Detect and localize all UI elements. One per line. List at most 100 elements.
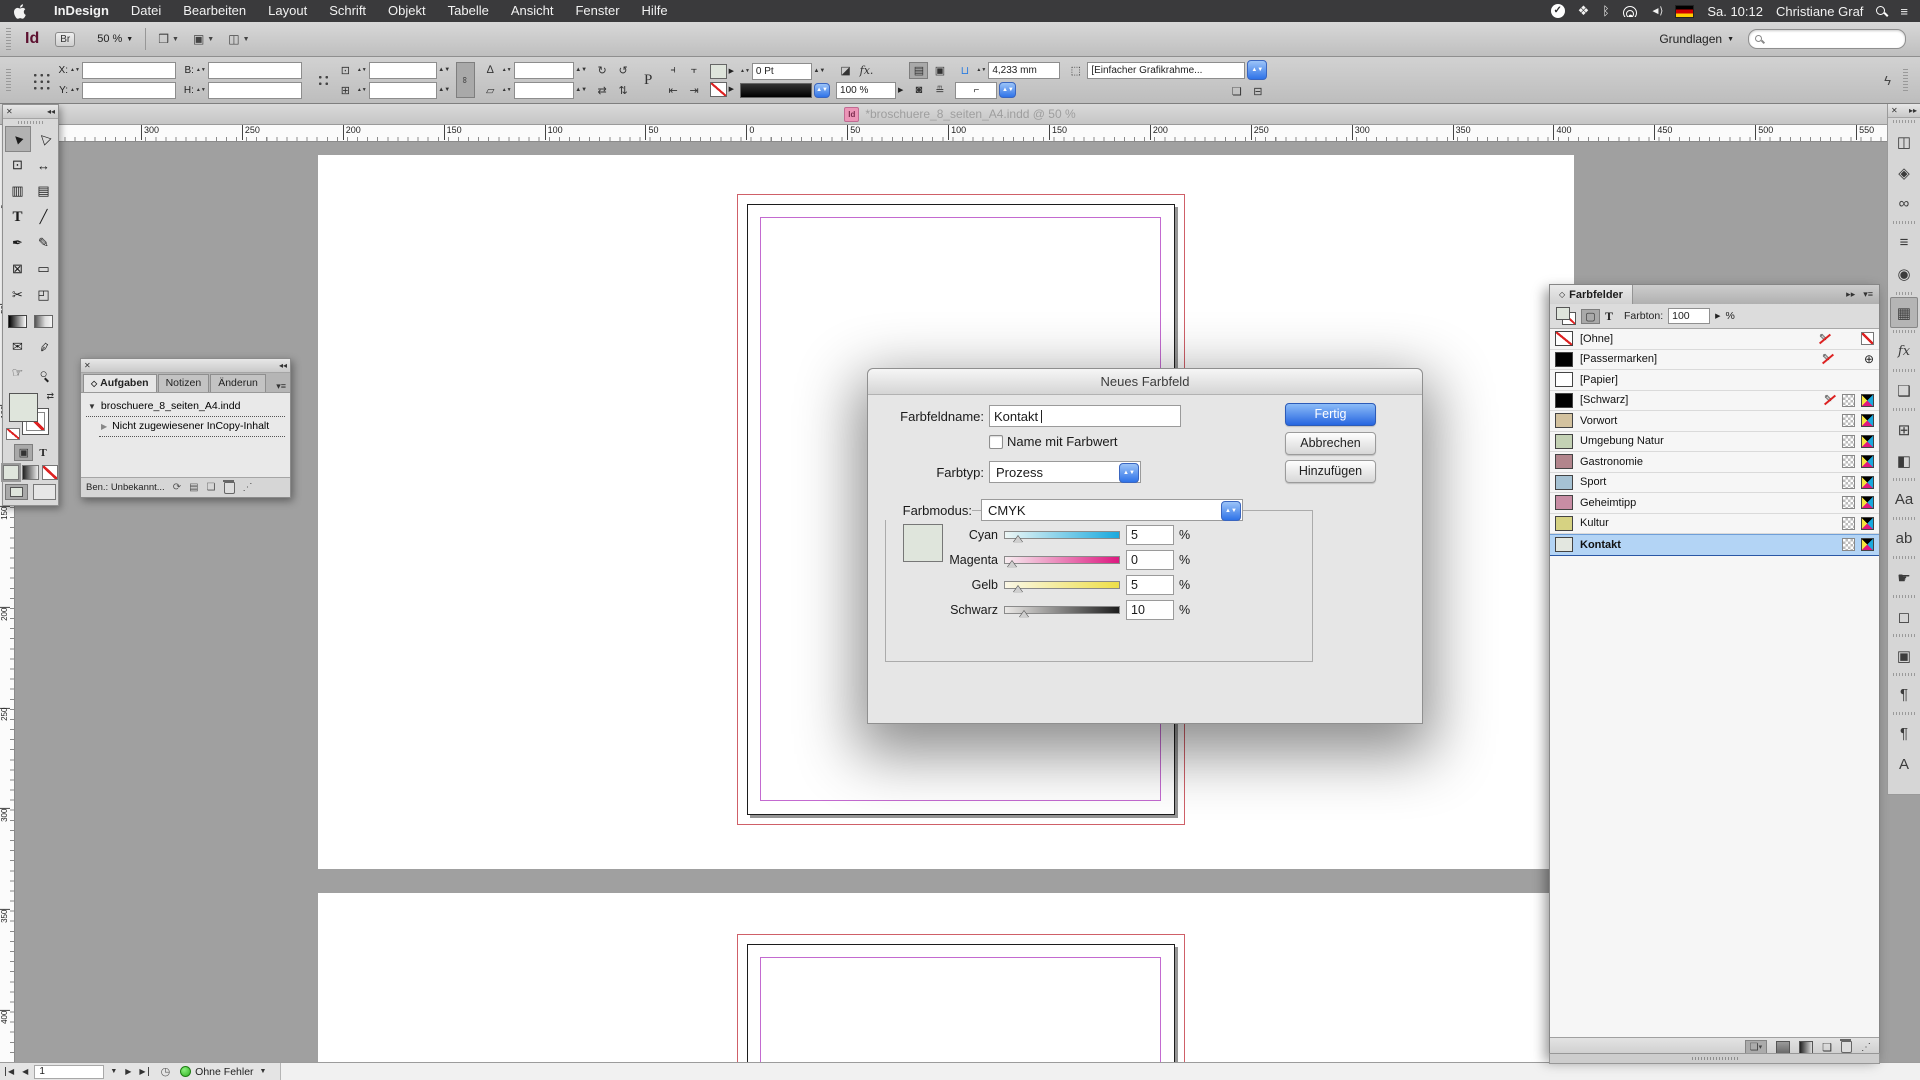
swatches-tab[interactable]: ◇Farbfelder <box>1550 285 1633 304</box>
object-style-combo[interactable]: ▲▼ <box>1247 60 1267 80</box>
shear-stepper[interactable]: ▲▼ <box>502 88 512 92</box>
menu-item[interactable]: Tabelle <box>437 0 500 22</box>
apple-menu-icon[interactable] <box>14 4 27 19</box>
pathfinder-panel-icon[interactable]: ◧ <box>1888 445 1920 476</box>
slider-handle[interactable] <box>1019 611 1029 618</box>
wifi-menu-icon[interactable] <box>1623 6 1638 17</box>
character-styles-panel-icon[interactable]: A <box>1888 749 1920 780</box>
jump-object-button[interactable]: ≞ <box>930 82 949 99</box>
stroke-weight-combo[interactable]: ▲▼ <box>814 64 825 79</box>
drop-shadow-button[interactable]: ◪ <box>836 62 855 79</box>
scale-x-combo[interactable]: ▲▼ <box>439 63 450 78</box>
preflight-menu-icon[interactable]: ◷ <box>161 1065 171 1078</box>
panel-grip[interactable] <box>3 119 58 126</box>
content-collector-tool[interactable]: ▥ <box>5 178 31 204</box>
x-stepper[interactable]: ▲▼ <box>70 68 80 72</box>
clear-overrides-button[interactable]: ❏ <box>1227 83 1246 100</box>
channel-value-input[interactable]: 0 <box>1126 550 1174 570</box>
swatch-row-geheimtipp[interactable]: Geheimtipp <box>1550 493 1879 514</box>
link-scale-icon[interactable]: ∞ <box>456 62 475 98</box>
spotlight-icon[interactable] <box>1876 6 1887 17</box>
resize-grip-icon[interactable]: ⋰ <box>243 482 253 493</box>
formatting-affects-text-button[interactable]: T <box>39 447 46 459</box>
swatches-panel-icon[interactable]: ▦ <box>1890 297 1918 328</box>
formatting-affects-container-button[interactable]: ▣ <box>14 444 33 461</box>
spellcheck-panel-icon[interactable]: ab <box>1888 523 1920 554</box>
expand-panel-icon[interactable]: ▸▸ <box>1846 289 1855 300</box>
done-button[interactable]: Fertig <box>1285 403 1376 426</box>
expand-triangle-icon[interactable]: ▼ <box>88 402 96 411</box>
free-transform-tool[interactable]: ◰ <box>31 282 57 308</box>
menu-item[interactable]: Fenster <box>564 0 630 22</box>
notification-center-icon[interactable]: ≡ <box>1900 4 1908 19</box>
pencil-tool[interactable]: ✎ <box>31 230 57 256</box>
swatch-name-input[interactable]: Kontakt <box>989 405 1181 427</box>
show-gradient-swatches-button[interactable] <box>1799 1041 1813 1054</box>
flip-vertical-button[interactable]: ⇅ <box>614 82 633 99</box>
menu-item[interactable]: Objekt <box>377 0 437 22</box>
height-stepper[interactable]: ▲▼ <box>196 88 206 92</box>
add-button[interactable]: Hinzufügen <box>1285 460 1376 483</box>
wrap-around-box-button[interactable]: ▣ <box>930 62 949 79</box>
swatch-row-sport[interactable]: Sport <box>1550 473 1879 494</box>
links-panel-icon[interactable]: ∞ <box>1888 188 1920 219</box>
next-page-button[interactable]: ▶ <box>123 1067 133 1076</box>
menu-item[interactable]: Schrift <box>318 0 377 22</box>
horizontal-scrollbar[interactable] <box>280 1063 1920 1080</box>
story-editor-panel-icon[interactable]: ◻ <box>1888 601 1920 632</box>
x-field[interactable] <box>82 62 176 79</box>
page-number-field[interactable]: 1 <box>34 1065 104 1079</box>
no-text-wrap-button[interactable]: ▤ <box>909 62 928 79</box>
stroke-panel-icon[interactable]: ≡ <box>1888 227 1920 258</box>
collapse-icon[interactable]: ◂◂ <box>47 107 55 116</box>
swatch-row-schwarz[interactable]: [Schwarz] ✎ <box>1550 391 1879 412</box>
swatch-row-gastronomie[interactable]: Gastronomie <box>1550 452 1879 473</box>
rotation-stepper[interactable]: ▲▼ <box>502 68 512 72</box>
slider-handle[interactable] <box>1007 561 1017 568</box>
panel-menu-icon[interactable]: ▾≡ <box>1863 289 1873 300</box>
y-field[interactable] <box>82 82 176 99</box>
menu-item[interactable]: InDesign <box>43 0 120 22</box>
assignment-document-row[interactable]: ▼ broschuere_8_seiten_A4.indd <box>86 399 285 417</box>
gap-tool[interactable]: ↔ <box>31 152 57 178</box>
workspace-switcher[interactable]: Grundlagen▼ <box>1659 32 1734 46</box>
swatch-row-kontakt[interactable]: Kontakt <box>1550 534 1879 556</box>
content-placer-tool[interactable]: ▤ <box>31 178 57 204</box>
paragraph-panel-icon[interactable]: ¶ <box>1888 679 1920 710</box>
scale-y-combo[interactable]: ▲▼ <box>439 83 450 98</box>
stroke-swatch[interactable] <box>710 82 727 97</box>
rotate-ccw-button[interactable]: ↺ <box>614 62 633 79</box>
quick-apply-icon[interactable]: ϟ <box>1884 73 1891 88</box>
line-tool[interactable]: ╱ <box>31 204 57 230</box>
swatch-row-vorwort[interactable]: Vorwort <box>1550 411 1879 432</box>
task-app-menu-icon[interactable]: ✓ <box>1551 4 1565 18</box>
keyboard-layout-flag-icon[interactable] <box>1675 5 1694 18</box>
expand-dock-icon[interactable]: ▸▸ <box>1909 106 1917 115</box>
corner-shape-field[interactable]: ⌐ <box>955 82 997 99</box>
corner-shape-combo[interactable]: ▲▼ <box>999 82 1016 98</box>
collapsed-triangle-icon[interactable]: ▶ <box>101 422 107 431</box>
preview-mode-button[interactable] <box>33 484 56 500</box>
apply-gradient-button[interactable] <box>22 465 38 480</box>
scale-x-stepper[interactable]: ▲▼ <box>357 68 367 72</box>
panel-menu-icon[interactable]: ▾≡ <box>272 381 290 392</box>
flip-horizontal-button[interactable]: ⇄ <box>593 82 612 99</box>
apply-color-button[interactable] <box>3 465 19 480</box>
new-assignment-icon[interactable]: ❏ <box>207 482 216 493</box>
tab-aenderungen[interactable]: Änderun <box>210 374 266 392</box>
layers-panel-icon[interactable]: ◈ <box>1888 157 1920 188</box>
cancel-button[interactable]: Abbrechen <box>1285 432 1376 455</box>
reference-point-proxy[interactable] <box>31 71 50 90</box>
select-container-content-button[interactable]: P <box>639 64 658 96</box>
stroke-style-dropdown[interactable] <box>740 83 812 98</box>
go-to-parent-button[interactable]: ⫞ <box>664 62 683 79</box>
zoom-level-dropdown[interactable]: 50 %▼ <box>97 33 133 45</box>
tab-aufgaben[interactable]: ◇Aufgaben <box>83 374 157 392</box>
paragraph-styles-panel-icon[interactable]: ¶ <box>1888 718 1920 749</box>
apply-none-button[interactable] <box>42 465 58 480</box>
gradient-swatch-tool[interactable] <box>5 308 31 334</box>
close-icon[interactable]: ✕ <box>6 107 13 116</box>
opacity-field[interactable]: 100 % <box>836 82 896 99</box>
object-style-dropdown[interactable]: [Einfacher Grafikrahme... <box>1087 62 1245 79</box>
assignment-item-row[interactable]: ▶ Nicht zugewiesener InCopy-Inhalt <box>99 419 285 437</box>
